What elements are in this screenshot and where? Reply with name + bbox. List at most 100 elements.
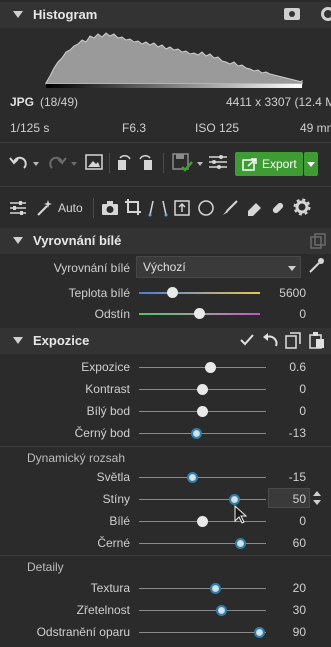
- section-subheading: Dynamický rozsah: [27, 451, 126, 465]
- stepper-icon[interactable]: [312, 489, 322, 507]
- chevron-down-icon: [288, 266, 296, 271]
- slider-knob[interactable]: [235, 538, 247, 549]
- straighten-icon[interactable]: [174, 200, 190, 216]
- slider-knob[interactable]: [197, 406, 208, 417]
- save-icon[interactable]: [172, 153, 194, 173]
- save-dropdown-icon[interactable]: [197, 162, 203, 166]
- slider-label: Expozice: [81, 360, 130, 374]
- export-button[interactable]: Export: [235, 152, 303, 176]
- slider-value[interactable]: 0: [266, 514, 306, 528]
- copy-icon[interactable]: [310, 233, 326, 249]
- file-index: (18/49): [40, 95, 79, 109]
- exposure-header[interactable]: Expozice: [0, 328, 331, 354]
- mouse-cursor-icon: [234, 505, 248, 524]
- slider-label: Černý bod: [74, 426, 130, 440]
- wb-mode-value: Výchozí: [143, 260, 186, 274]
- eraser-icon[interactable]: [245, 200, 263, 216]
- slider-track[interactable]: [139, 610, 266, 611]
- slider-track[interactable]: [139, 433, 266, 434]
- white-balance-header[interactable]: Vyrovnání bílé: [0, 228, 331, 254]
- brush-icon[interactable]: [221, 199, 239, 217]
- slider-label: Černé: [97, 536, 130, 550]
- slider-knob[interactable]: [209, 583, 221, 594]
- circle-mask-icon[interactable]: [197, 199, 215, 217]
- slider-value[interactable]: -13: [266, 426, 306, 440]
- eyedropper-icon[interactable]: [307, 257, 325, 275]
- copy-settings-icon[interactable]: [285, 332, 301, 349]
- slider-knob[interactable]: [254, 627, 266, 638]
- export-icon: [242, 158, 257, 171]
- wb-mode-select[interactable]: Výchozí: [136, 256, 301, 278]
- exposure-title: Expozice: [33, 333, 90, 348]
- slider-knob[interactable]: [197, 516, 208, 527]
- undo-icon[interactable]: [8, 154, 30, 172]
- checkmark-icon[interactable]: [240, 333, 254, 347]
- slider-knob[interactable]: [190, 428, 202, 439]
- slider-value[interactable]: 0: [266, 382, 306, 396]
- camera-mode-icon[interactable]: [284, 8, 300, 20]
- slider-track[interactable]: [139, 588, 266, 589]
- slider-value[interactable]: 90: [266, 625, 306, 639]
- export-dropdown-button[interactable]: [304, 152, 318, 176]
- slider-track[interactable]: [139, 543, 266, 544]
- slider-value[interactable]: 0.6: [266, 360, 306, 374]
- undo-dropdown-icon[interactable]: [33, 162, 39, 166]
- histogram-header[interactable]: Histogram: [0, 2, 331, 28]
- rotate-left-icon[interactable]: [116, 153, 132, 171]
- rotate-right-icon[interactable]: [138, 153, 154, 171]
- aperture: F6.3: [122, 121, 147, 135]
- slider-label: Kontrast: [85, 382, 130, 396]
- magic-wand-icon[interactable]: [35, 199, 53, 217]
- collapse-icon[interactable]: [13, 237, 23, 244]
- redo-dropdown-icon[interactable]: [71, 162, 77, 166]
- healing-bandage-icon[interactable]: [269, 199, 287, 217]
- slider-knob[interactable]: [186, 472, 198, 483]
- settings-gear-icon[interactable]: [321, 7, 331, 21]
- histogram-graph: [44, 28, 304, 88]
- slider-value[interactable]: 20: [266, 581, 306, 595]
- slider-value[interactable]: 0: [266, 404, 306, 418]
- wb-temp-value[interactable]: 5600: [266, 286, 306, 300]
- auto-button[interactable]: Auto: [58, 201, 83, 215]
- adjustments-icon[interactable]: [208, 154, 228, 170]
- adjust-panel-icon[interactable]: [9, 200, 27, 216]
- slider-track[interactable]: [139, 632, 266, 633]
- collapse-icon[interactable]: [13, 337, 23, 344]
- slider-track[interactable]: [139, 499, 266, 500]
- paste-icon[interactable]: [309, 331, 325, 349]
- reset-icon[interactable]: [262, 332, 278, 348]
- slider-knob[interactable]: [204, 362, 216, 373]
- wb-tint-slider-knob[interactable]: [194, 308, 205, 319]
- slider-label: Stíny: [102, 492, 130, 506]
- gear-icon[interactable]: [293, 198, 311, 216]
- collapse-icon[interactable]: [13, 11, 23, 18]
- toolbar-separator: [109, 153, 110, 173]
- wb-tint-value[interactable]: 0: [266, 307, 306, 321]
- wb-temp-track[interactable]: [139, 292, 260, 294]
- divider: [0, 555, 331, 556]
- shutter-speed: 1/125 s: [10, 121, 50, 135]
- slider-value[interactable]: 50: [266, 492, 306, 506]
- slider-knob[interactable]: [197, 384, 208, 395]
- divider: [0, 446, 331, 447]
- slider-label: Zřetelnost: [76, 603, 130, 617]
- slider-value[interactable]: 30: [266, 603, 306, 617]
- slider-knob[interactable]: [216, 605, 228, 616]
- crop-icon[interactable]: [124, 198, 142, 216]
- camera-icon[interactable]: [101, 200, 119, 216]
- slider-value[interactable]: 60: [266, 536, 306, 550]
- perspective-icon[interactable]: [148, 199, 168, 217]
- image-compare-icon[interactable]: [85, 154, 103, 170]
- slider-value[interactable]: -15: [266, 470, 306, 484]
- divider: [0, 142, 331, 143]
- slider-track[interactable]: [139, 477, 266, 478]
- white-balance-title: Vyrovnání bílé: [33, 233, 122, 248]
- wb-temp-slider-knob[interactable]: [167, 287, 179, 298]
- iso: ISO 125: [195, 121, 240, 135]
- redo-icon[interactable]: [46, 154, 68, 172]
- toolbar-separator: [163, 153, 164, 173]
- slider-label: Textura: [90, 581, 130, 595]
- slider-label: Světla: [96, 470, 130, 484]
- slider-knob[interactable]: [228, 494, 240, 505]
- slider-track[interactable]: [139, 367, 266, 368]
